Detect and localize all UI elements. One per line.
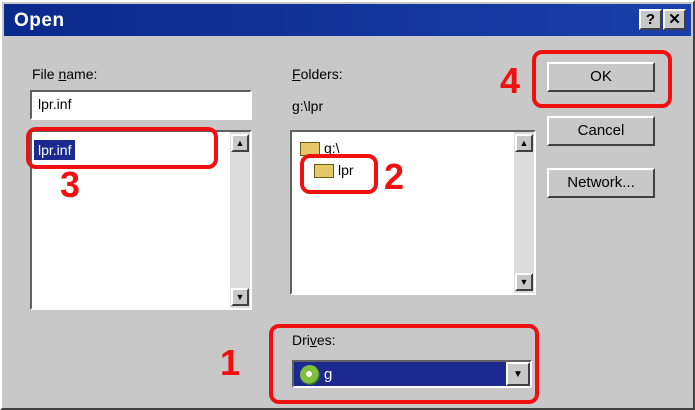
help-button[interactable]: ?: [639, 9, 662, 30]
network-button[interactable]: Network...: [547, 168, 655, 198]
folder-list-scrollbar[interactable]: ▲ ▼: [514, 132, 534, 293]
scroll-down-icon[interactable]: ▼: [515, 273, 533, 291]
highlight-file: [26, 127, 218, 169]
cancel-button[interactable]: Cancel: [547, 116, 655, 146]
highlight-drives: [269, 324, 539, 404]
current-path: g:\lpr: [292, 98, 324, 114]
scroll-down-icon[interactable]: ▼: [231, 288, 249, 306]
folders-label: Folders:: [292, 66, 343, 82]
file-name-input[interactable]: lpr.inf: [30, 90, 252, 120]
highlight-folder: [300, 154, 378, 194]
title-bar[interactable]: Open ? ✕: [4, 4, 691, 36]
close-button[interactable]: ✕: [663, 9, 686, 30]
window-title: Open: [14, 10, 65, 31]
scroll-up-icon[interactable]: ▲: [515, 134, 533, 152]
highlight-ok: [532, 50, 672, 108]
callout-3: 3: [60, 164, 81, 205]
callout-4: 4: [500, 60, 521, 101]
open-dialog: Open ? ✕ File name: lpr.inf lpr.inf ▲ ▼ …: [0, 0, 695, 410]
file-list-scrollbar[interactable]: ▲ ▼: [230, 132, 250, 308]
scroll-up-icon[interactable]: ▲: [231, 134, 249, 152]
callout-2: 2: [384, 156, 405, 197]
callout-1: 1: [220, 342, 241, 383]
file-name-label: File name:: [32, 66, 98, 82]
